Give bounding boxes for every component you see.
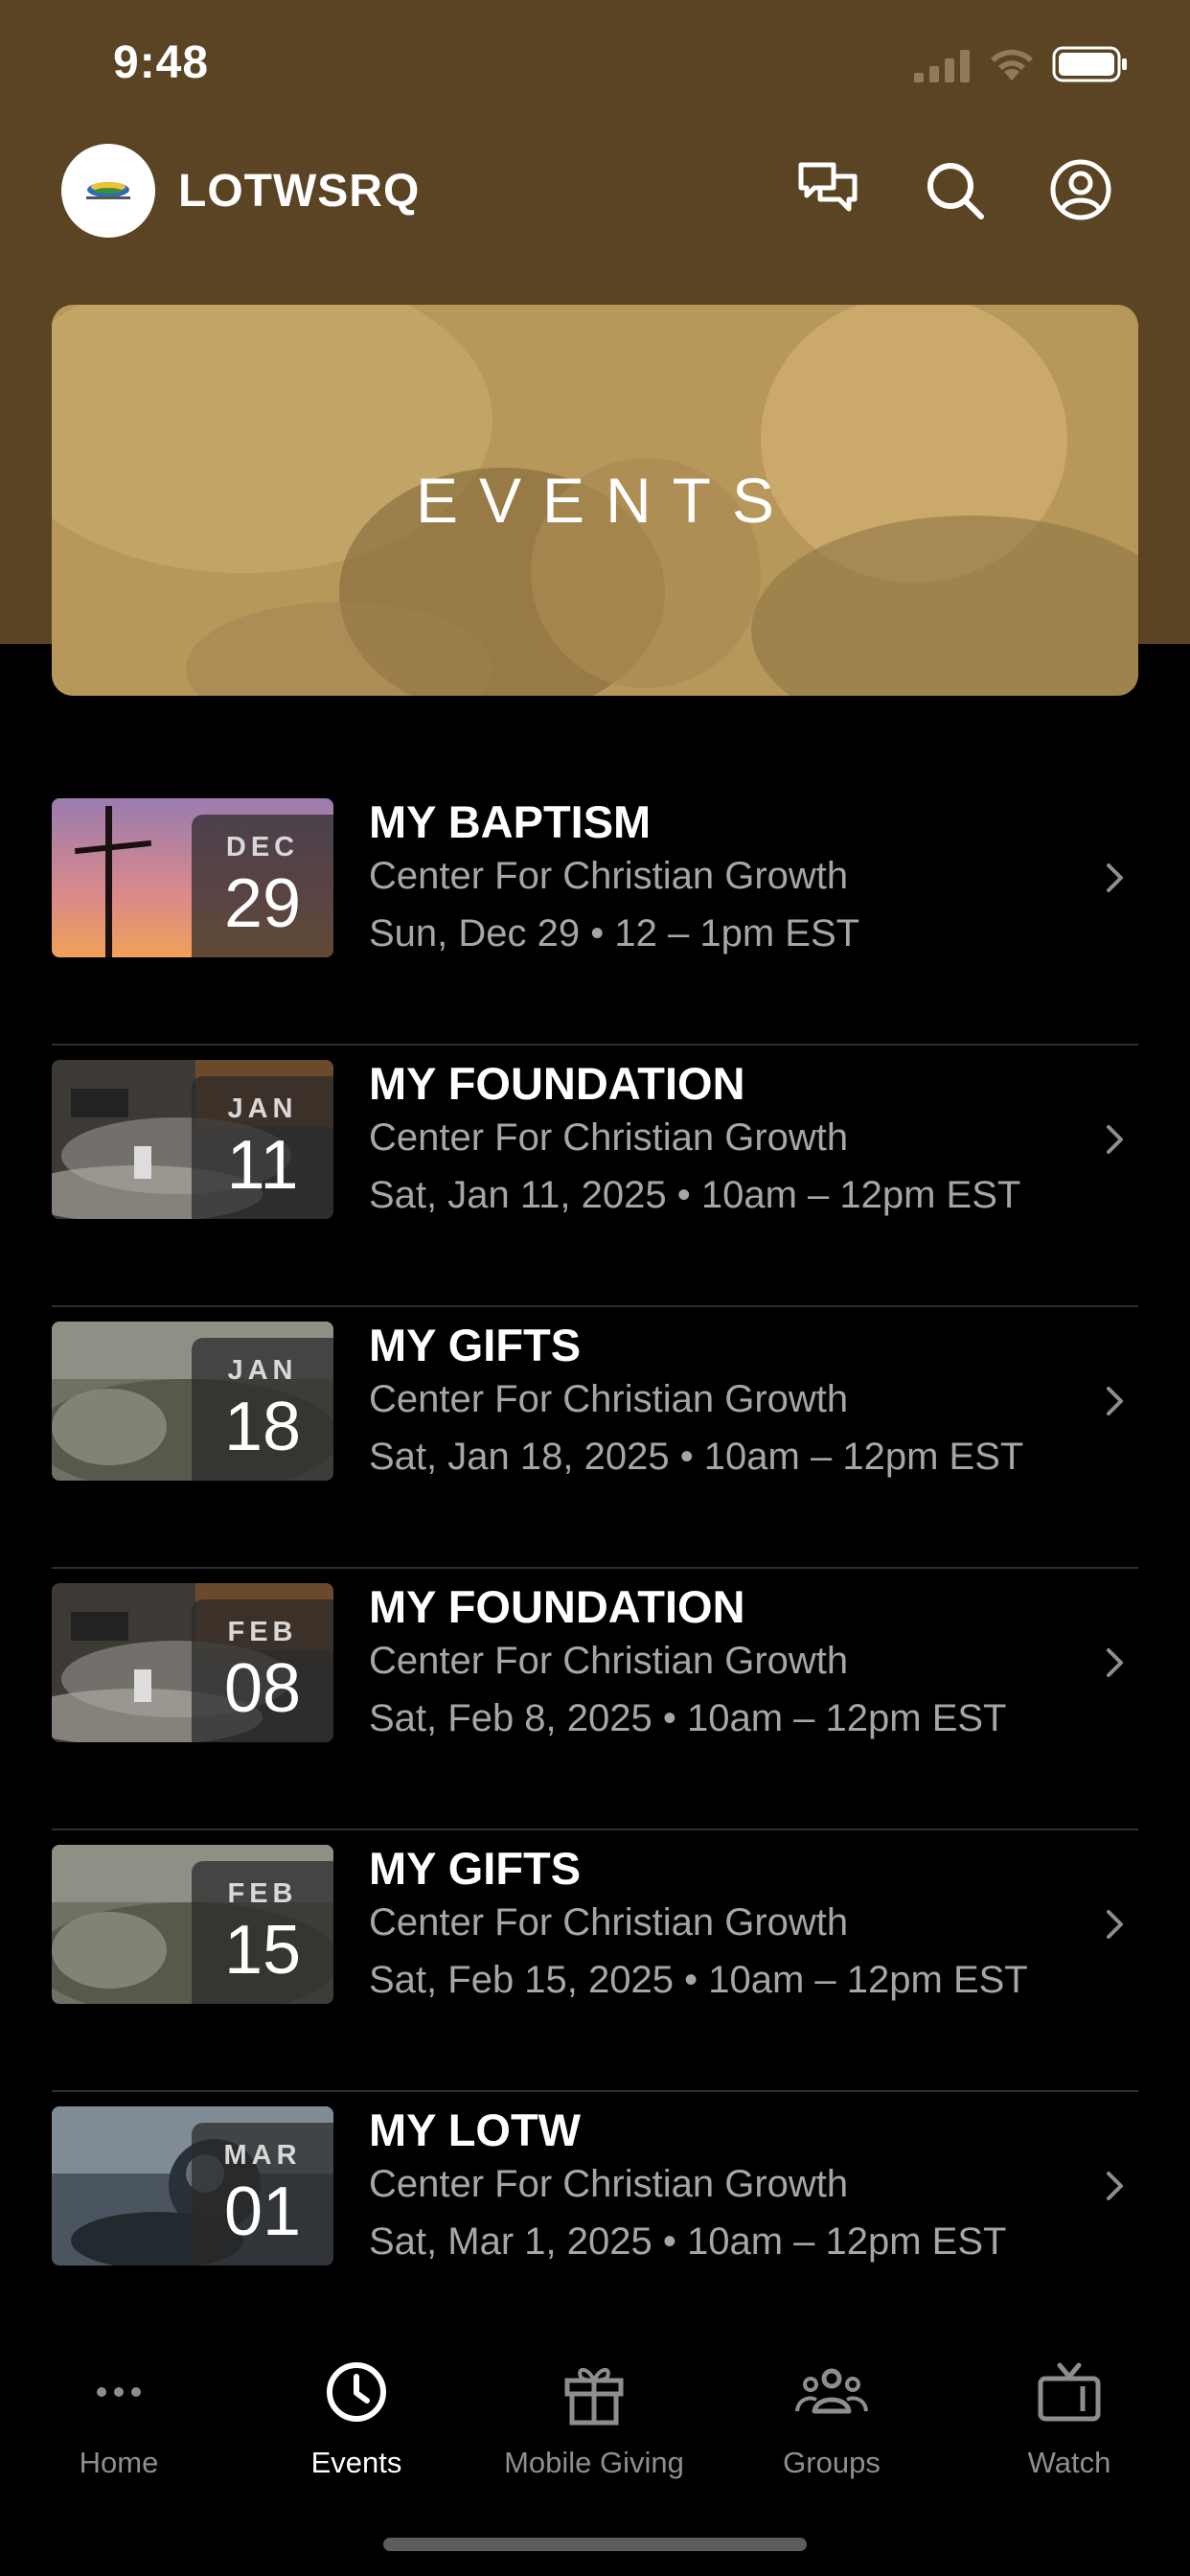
event-thumbnail: FEB 15 [52, 1845, 333, 2004]
event-month: FEB [227, 1617, 298, 1647]
event-time: Sun, Dec 29 • 12 – 1pm EST [369, 912, 860, 954]
event-month: JAN [227, 1093, 298, 1124]
event-date-badge: JAN 11 [192, 1076, 333, 1219]
event-row[interactable]: FEB 08 MY FOUNDATION Center For Christia… [52, 1569, 1138, 1830]
event-thumbnail: JAN 11 [52, 1060, 333, 1219]
event-day: 15 [223, 1912, 302, 1989]
event-location: Center For Christian Growth [369, 855, 849, 897]
event-title: MY FOUNDATION [369, 1581, 745, 1632]
event-month: DEC [225, 832, 300, 862]
event-location: Center For Christian Growth [369, 2163, 849, 2205]
event-month: FEB [227, 1878, 298, 1909]
battery-icon [1052, 46, 1127, 82]
event-date-badge: JAN 18 [192, 1338, 333, 1481]
event-row[interactable]: JAN 18 MY GIFTS Center For Christian Gro… [52, 1307, 1138, 1569]
tab-label: Events [310, 2446, 402, 2479]
event-row[interactable]: MAR 01 MY LOTW Center For Christian Grow… [52, 2092, 1138, 2354]
event-time: Sat, Feb 15, 2025 • 10am – 12pm EST [369, 1959, 1028, 2001]
event-location: Center For Christian Growth [369, 1640, 849, 1682]
event-location: Center For Christian Growth [369, 1901, 849, 1944]
event-time: Sat, Feb 8, 2025 • 10am – 12pm EST [369, 1697, 1007, 1739]
event-day: 11 [226, 1127, 299, 1204]
event-day: 01 [223, 2174, 302, 2250]
event-day: 29 [223, 865, 302, 942]
tab-label: Mobile Giving [504, 2446, 684, 2479]
app-title: LOTWSRQ [178, 166, 421, 217]
chevron-right-icon [1107, 1387, 1123, 1415]
event-time: Sat, Jan 18, 2025 • 10am – 12pm EST [369, 1436, 1024, 1478]
event-thumbnail: MAR 01 [52, 2106, 333, 2266]
event-date-badge: FEB 08 [192, 1599, 333, 1742]
chat-icon[interactable] [795, 157, 860, 222]
tab-home[interactable]: Home [0, 2358, 238, 2480]
chevron-right-icon [1107, 1125, 1123, 1154]
cellular-signal-icon [914, 50, 970, 82]
clock-icon [327, 2362, 386, 2422]
tv-icon [1038, 2362, 1101, 2422]
tab-watch[interactable]: Watch [950, 2358, 1188, 2480]
tab-mobile-giving[interactable]: Mobile Giving [475, 2358, 713, 2480]
status-bar: 9:48 [0, 0, 1190, 126]
tab-label: Groups [783, 2446, 881, 2479]
tab-groups[interactable]: Groups [713, 2358, 950, 2480]
wifi-icon [991, 49, 1033, 80]
event-date-badge: FEB 15 [192, 1861, 333, 2004]
tab-label: Watch [1027, 2446, 1111, 2479]
tab-label: Home [79, 2446, 159, 2479]
chevron-right-icon [1107, 2172, 1123, 2200]
groups-icon [795, 2368, 868, 2414]
hero-title: EVENTS [415, 465, 796, 536]
event-title: MY LOTW [369, 2104, 582, 2155]
events-screen: 9:48 LOTWSRQ EVENTS DEC 29 MY BAPTISM Ce… [0, 0, 1190, 2576]
event-thumbnail: DEC 29 [52, 798, 333, 957]
home-indicator[interactable] [383, 2538, 807, 2551]
more-dots-icon [97, 2387, 141, 2397]
event-location: Center For Christian Growth [369, 1378, 849, 1420]
event-time: Sat, Mar 1, 2025 • 10am – 12pm EST [369, 2220, 1007, 2263]
events-list: DEC 29 MY BAPTISM Center For Christian G… [52, 784, 1138, 2354]
event-thumbnail: JAN 18 [52, 1322, 333, 1481]
event-day: 08 [223, 1650, 302, 1727]
event-title: MY GIFTS [369, 1320, 582, 1370]
event-month: MAR [223, 2140, 302, 2171]
event-month: JAN [227, 1355, 298, 1386]
profile-icon[interactable] [1048, 157, 1113, 222]
event-thumbnail: FEB 08 [52, 1583, 333, 1742]
event-row[interactable]: DEC 29 MY BAPTISM Center For Christian G… [52, 784, 1138, 1046]
event-title: MY BAPTISM [369, 796, 652, 847]
chevron-right-icon [1107, 1910, 1123, 1939]
tab-events[interactable]: Events [238, 2358, 475, 2480]
event-row[interactable]: JAN 11 MY FOUNDATION Center For Christia… [52, 1046, 1138, 1307]
event-date-badge: DEC 29 [192, 815, 333, 957]
event-date-badge: MAR 01 [192, 2123, 333, 2266]
search-icon[interactable] [922, 157, 987, 222]
event-time: Sat, Jan 11, 2025 • 10am – 12pm EST [369, 1174, 1021, 1216]
event-title: MY FOUNDATION [369, 1058, 745, 1109]
event-title: MY GIFTS [369, 1843, 582, 1894]
church-logo[interactable] [61, 144, 155, 238]
event-row[interactable]: FEB 15 MY GIFTS Center For Christian Gro… [52, 1830, 1138, 2092]
status-time: 9:48 [113, 37, 210, 88]
chevron-right-icon [1107, 863, 1123, 892]
app-header: LOTWSRQ [0, 140, 1190, 240]
gift-icon [564, 2368, 624, 2426]
event-location: Center For Christian Growth [369, 1116, 849, 1159]
chevron-right-icon [1107, 1648, 1123, 1677]
events-hero-banner: EVENTS [52, 305, 1138, 696]
event-day: 18 [223, 1389, 302, 1465]
